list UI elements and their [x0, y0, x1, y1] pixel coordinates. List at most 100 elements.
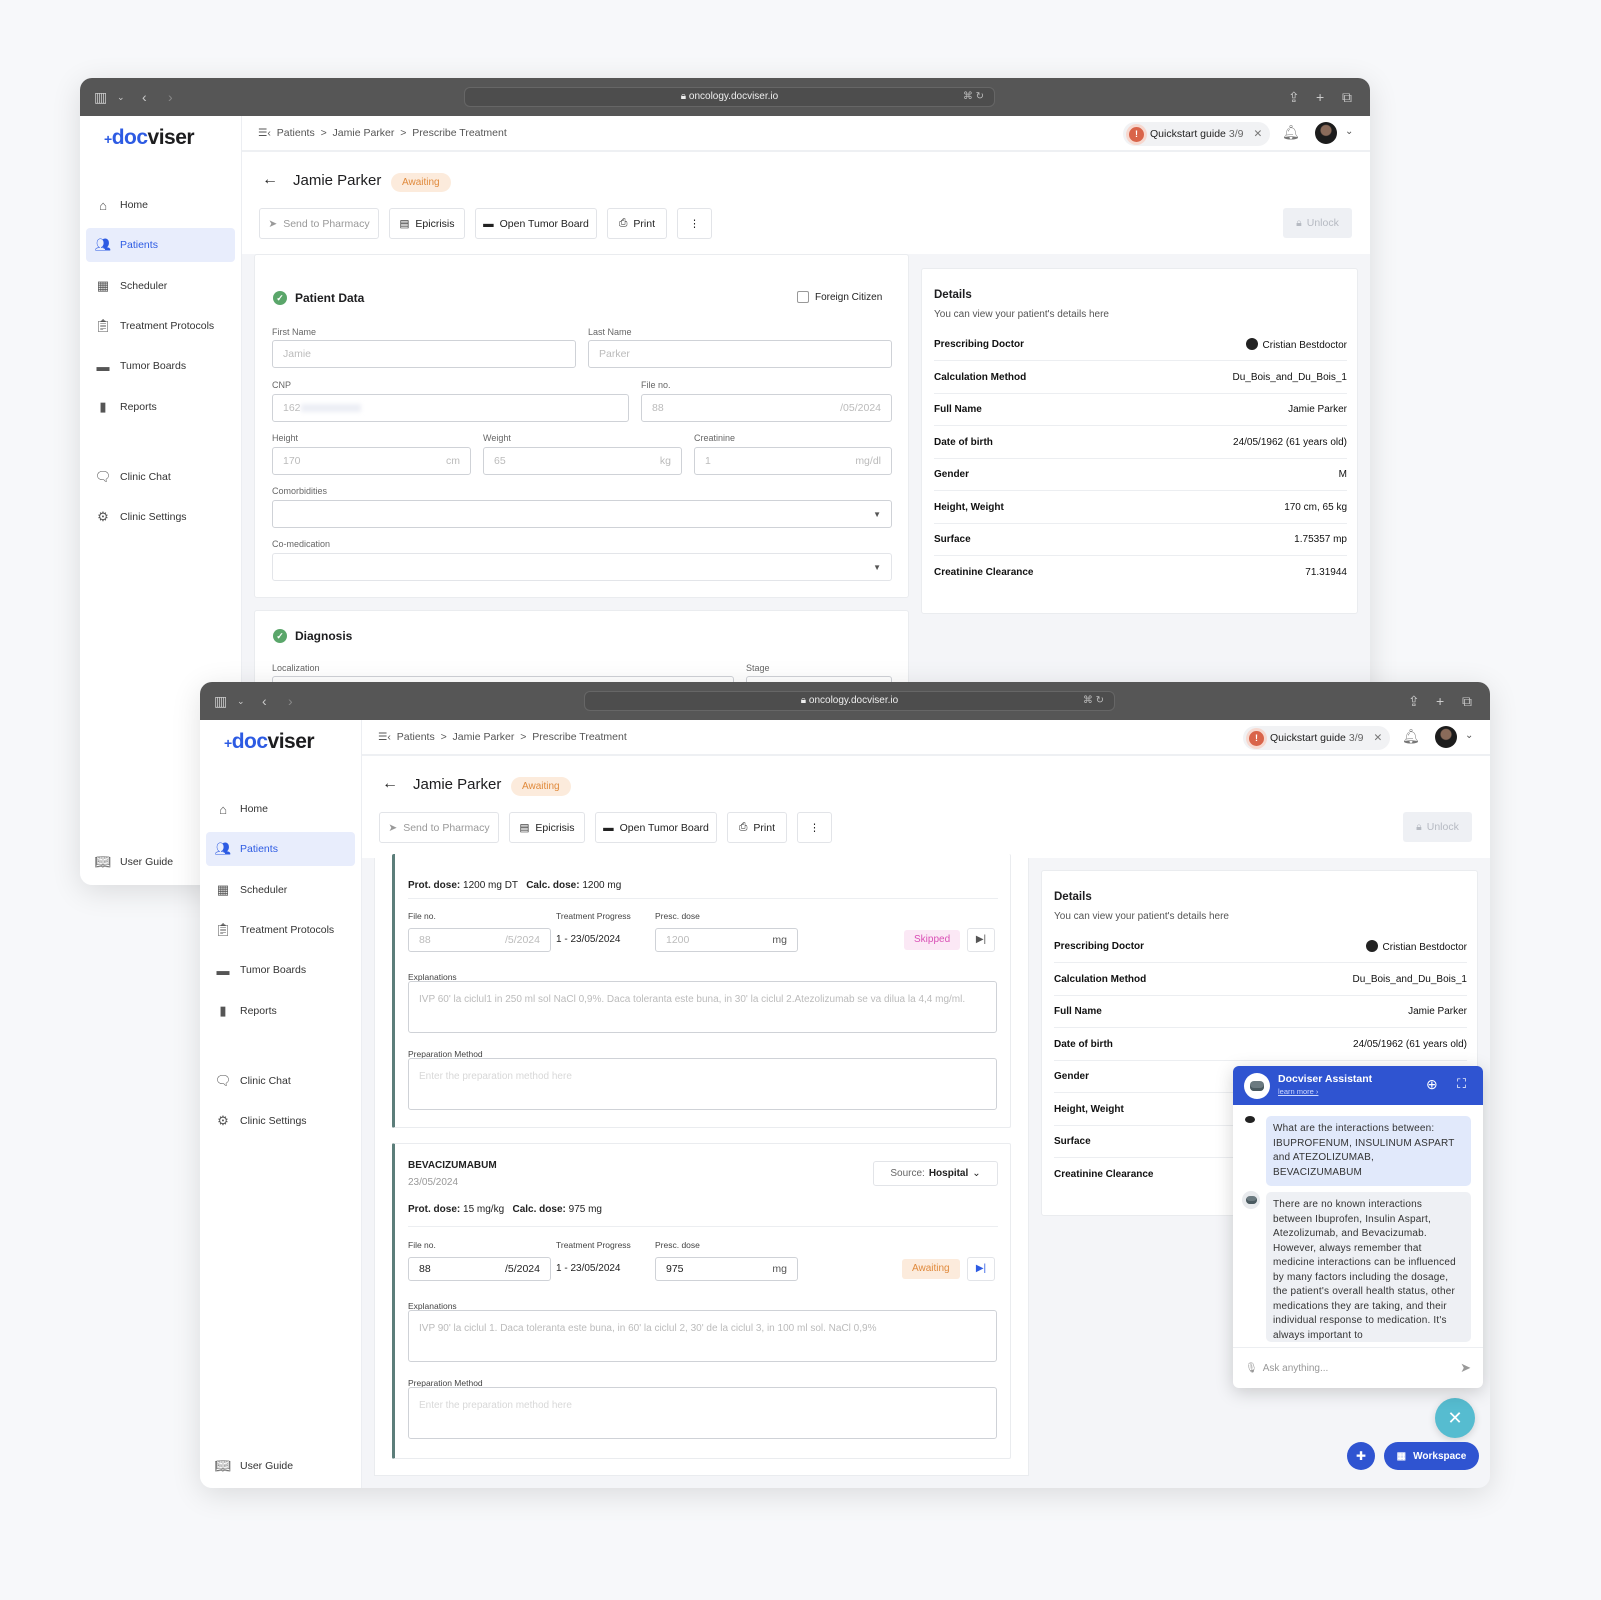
- file-no-field[interactable]: 88/05/2024: [641, 394, 892, 422]
- print-button[interactable]: ⎙ Print: [607, 208, 667, 239]
- new-tab-icon[interactable]: +: [1316, 88, 1324, 106]
- forward-icon[interactable]: ›: [288, 692, 293, 710]
- back-arrow-icon[interactable]: ←: [382, 775, 398, 793]
- sidebar-icon[interactable]: ▥: [94, 88, 107, 106]
- new-tab-icon[interactable]: +: [1436, 692, 1444, 710]
- height-field[interactable]: 170 cm: [272, 447, 471, 475]
- bell-icon[interactable]: 🔔︎: [1402, 728, 1420, 745]
- tabs-icon[interactable]: ⧉: [1462, 692, 1472, 710]
- breadcrumb-patient[interactable]: Jamie Parker: [333, 127, 395, 139]
- sidebar-item-clinic-chat[interactable]: 🗨︎ Clinic Chat: [86, 460, 235, 494]
- first-name-field[interactable]: Jamie: [272, 340, 576, 368]
- epicrisis-button[interactable]: ▤ Epicrisis: [509, 812, 585, 843]
- weight-field[interactable]: 65 kg: [483, 447, 682, 475]
- share-icon[interactable]: ⇪: [1408, 692, 1420, 710]
- breadcrumb-patients[interactable]: Patients: [397, 731, 435, 743]
- file-no-field[interactable]: 88/5/2024: [408, 1257, 551, 1281]
- sidebar-item-home[interactable]: ⌂ Home: [206, 792, 355, 826]
- chevron-down-icon[interactable]: ⌄: [237, 692, 245, 710]
- presc-dose-field[interactable]: 1200 mg: [655, 928, 798, 952]
- send-to-pharmacy-button[interactable]: ➤ Send to Pharmacy: [259, 208, 379, 239]
- open-tumor-board-button[interactable]: ▬ Open Tumor Board: [595, 812, 717, 843]
- file-no-field[interactable]: 88/5/2024: [408, 928, 551, 952]
- collapse-menu-icon[interactable]: ☰‹: [258, 127, 271, 139]
- sidebar-item-reports[interactable]: ▮ Reports: [206, 994, 355, 1028]
- close-chat-button[interactable]: ✕: [1435, 1398, 1475, 1438]
- learn-more-link[interactable]: learn more ›: [1278, 1087, 1318, 1096]
- send-icon[interactable]: ➤: [1460, 1360, 1471, 1376]
- comedication-select[interactable]: ▼: [272, 553, 892, 581]
- workspace-button[interactable]: ▦ Workspace: [1384, 1442, 1479, 1470]
- source-dropdown[interactable]: Source: Hospital ⌄: [873, 1161, 998, 1186]
- breadcrumb-patient[interactable]: Jamie Parker: [453, 731, 515, 743]
- close-icon[interactable]: ✕: [1253, 128, 1262, 140]
- address-bar[interactable]: 🔒︎ oncology.docviser.io ⌘ ↻: [464, 87, 995, 107]
- sidebar-item-scheduler[interactable]: ▦ Scheduler: [206, 873, 355, 907]
- sidebar-item-tumor-boards[interactable]: ▬ Tumor Boards: [86, 349, 235, 383]
- prep-method-textarea[interactable]: Enter the preparation method here: [408, 1058, 997, 1110]
- back-icon[interactable]: ‹: [262, 692, 267, 710]
- sidebar-item-clinic-chat[interactable]: 🗨︎ Clinic Chat: [206, 1064, 355, 1098]
- chevron-down-icon[interactable]: ⌄: [1345, 126, 1353, 137]
- expand-icon[interactable]: ⛶: [1457, 1076, 1466, 1092]
- collapse-menu-icon[interactable]: ☰‹: [378, 731, 391, 743]
- avatar[interactable]: [1435, 726, 1457, 748]
- medical-kit-button[interactable]: ✚: [1347, 1442, 1375, 1470]
- quickstart-guide[interactable]: ! Quickstart guide 3/9 ✕: [1243, 726, 1390, 750]
- address-bar[interactable]: 🔒︎ oncology.docviser.io ⌘ ↻: [584, 691, 1115, 711]
- more-options-button[interactable]: ⋮: [677, 208, 712, 239]
- reload-icon[interactable]: ↻: [1096, 695, 1104, 706]
- cnp-field[interactable]: 162: [272, 394, 629, 422]
- sidebar-item-tumor-boards[interactable]: ▬ Tumor Boards: [206, 953, 355, 987]
- avatar[interactable]: [1315, 122, 1337, 144]
- sidebar-item-clinic-settings[interactable]: ⚙ Clinic Settings: [86, 500, 235, 534]
- sidebar-item-patients[interactable]: 👥︎ Patients: [86, 228, 235, 262]
- sidebar-item-treatment-protocols[interactable]: 📋︎ Treatment Protocols: [86, 309, 235, 343]
- microphone-icon[interactable]: 🎙︎: [1245, 1363, 1258, 1374]
- back-arrow-icon[interactable]: ←: [262, 171, 278, 189]
- sidebar-item-clinic-settings[interactable]: ⚙ Clinic Settings: [206, 1104, 355, 1138]
- breadcrumb-patients[interactable]: Patients: [277, 127, 315, 139]
- sidebar-icon[interactable]: ▥: [214, 692, 227, 710]
- send-to-pharmacy-button[interactable]: ➤ Send to Pharmacy: [379, 812, 499, 843]
- explanations-textarea[interactable]: IVP 90' la ciclul 1. Daca toleranta este…: [408, 1310, 997, 1362]
- chevron-down-icon[interactable]: ⌄: [117, 88, 125, 106]
- reload-icon[interactable]: ↻: [976, 91, 984, 102]
- checkbox[interactable]: [797, 291, 809, 303]
- back-icon[interactable]: ‹: [142, 88, 147, 106]
- translate-icon[interactable]: ⌘: [963, 91, 973, 102]
- print-button[interactable]: ⎙ Print: [727, 812, 787, 843]
- share-icon[interactable]: ⇪: [1288, 88, 1300, 106]
- sidebar-item-patients[interactable]: 👥︎ Patients: [206, 832, 355, 866]
- docviser-logo[interactable]: +docviser: [104, 126, 195, 150]
- foreign-citizen-checkbox[interactable]: Foreign Citizen: [797, 291, 882, 303]
- unlock-button[interactable]: 🔒︎ Unlock: [1403, 812, 1472, 842]
- translate-icon[interactable]: ⌘: [1083, 695, 1093, 706]
- last-name-field[interactable]: Parker: [588, 340, 892, 368]
- sidebar-item-treatment-protocols[interactable]: 📋︎ Treatment Protocols: [206, 913, 355, 947]
- sidebar-item-home[interactable]: ⌂ Home: [86, 188, 235, 222]
- explanations-textarea[interactable]: IVP 60' la ciclul1 in 250 ml sol NaCl 0,…: [408, 981, 997, 1033]
- presc-dose-field[interactable]: 975 mg: [655, 1257, 798, 1281]
- prep-method-textarea[interactable]: Enter the preparation method here: [408, 1387, 997, 1439]
- chat-input[interactable]: 🎙︎ Ask anything... ➤: [1233, 1347, 1483, 1388]
- close-icon[interactable]: ✕: [1373, 732, 1382, 744]
- chevron-down-icon[interactable]: ⌄: [1465, 730, 1473, 741]
- tabs-icon[interactable]: ⧉: [1342, 88, 1352, 106]
- more-options-button[interactable]: ⋮: [797, 812, 832, 843]
- skip-next-icon[interactable]: ▶|: [967, 1257, 995, 1281]
- creatinine-field[interactable]: 1 mg/dl: [694, 447, 892, 475]
- docviser-logo[interactable]: +docviser: [224, 730, 315, 754]
- open-tumor-board-button[interactable]: ▬ Open Tumor Board: [475, 208, 597, 239]
- quickstart-guide[interactable]: ! Quickstart guide 3/9 ✕: [1123, 122, 1270, 146]
- bell-icon[interactable]: 🔔︎: [1282, 124, 1300, 141]
- sidebar-item-reports[interactable]: ▮ Reports: [86, 390, 235, 424]
- skip-next-icon[interactable]: ▶|: [967, 928, 995, 952]
- new-chat-icon[interactable]: ⊕: [1426, 1076, 1438, 1093]
- sidebar-item-scheduler[interactable]: ▦ Scheduler: [86, 269, 235, 303]
- forward-icon[interactable]: ›: [168, 88, 173, 106]
- comorbidities-select[interactable]: ▼: [272, 500, 892, 528]
- epicrisis-button[interactable]: ▤ Epicrisis: [389, 208, 465, 239]
- sidebar-item-user-guide[interactable]: 📖︎ User Guide: [206, 1449, 355, 1483]
- unlock-button[interactable]: 🔒︎ Unlock: [1283, 208, 1352, 238]
